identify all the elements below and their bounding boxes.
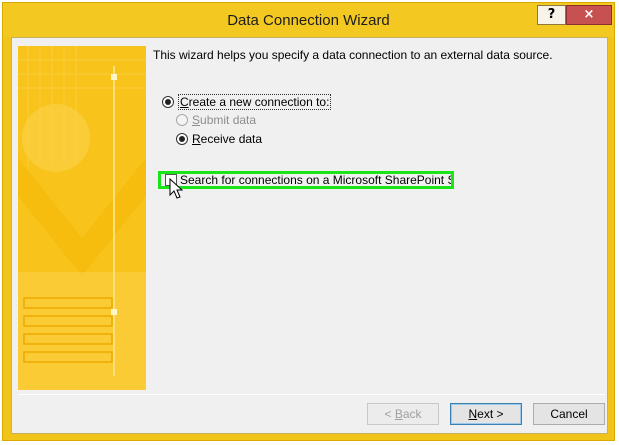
close-button[interactable]: × — [566, 5, 612, 25]
create-new-connection-radio[interactable]: Create a new connection to: — [162, 94, 332, 110]
cancel-button[interactable]: Cancel — [533, 403, 605, 425]
back-button[interactable]: < Back — [367, 403, 439, 425]
footer-divider — [18, 394, 605, 395]
radio-button[interactable] — [176, 133, 188, 145]
help-button[interactable]: ? — [537, 5, 566, 25]
wizard-banner-graphic — [18, 46, 146, 390]
window-title: Data Connection Wizard — [227, 12, 390, 29]
question-icon: ? — [547, 7, 556, 22]
radio-button[interactable] — [176, 114, 188, 126]
radio-button[interactable] — [162, 96, 174, 108]
submit-data-radio[interactable]: Submit data — [176, 113, 256, 127]
next-button[interactable]: Next > — [450, 403, 522, 425]
submit-data-label: Submit data — [192, 113, 257, 127]
search-sharepoint-label: Search for connections on a Microsoft Sh… — [180, 173, 454, 187]
create-new-connection-label: Create a new connection to: — [178, 94, 332, 110]
receive-data-radio[interactable]: Receive data — [176, 132, 262, 146]
title-bar[interactable]: Data Connection Wizard ? × — [3, 3, 614, 37]
intro-text: This wizard helps you specify a data con… — [153, 48, 553, 62]
receive-data-label: Receive data — [192, 132, 263, 146]
wizard-body: This wizard helps you specify a data con… — [11, 37, 608, 434]
wizard-window: Data Connection Wizard ? × This wizard h… — [2, 2, 615, 441]
close-icon: × — [583, 7, 595, 22]
mouse-pointer-icon — [169, 178, 184, 199]
search-sharepoint-checkbox[interactable]: Search for connections on a Microsoft Sh… — [158, 171, 454, 189]
